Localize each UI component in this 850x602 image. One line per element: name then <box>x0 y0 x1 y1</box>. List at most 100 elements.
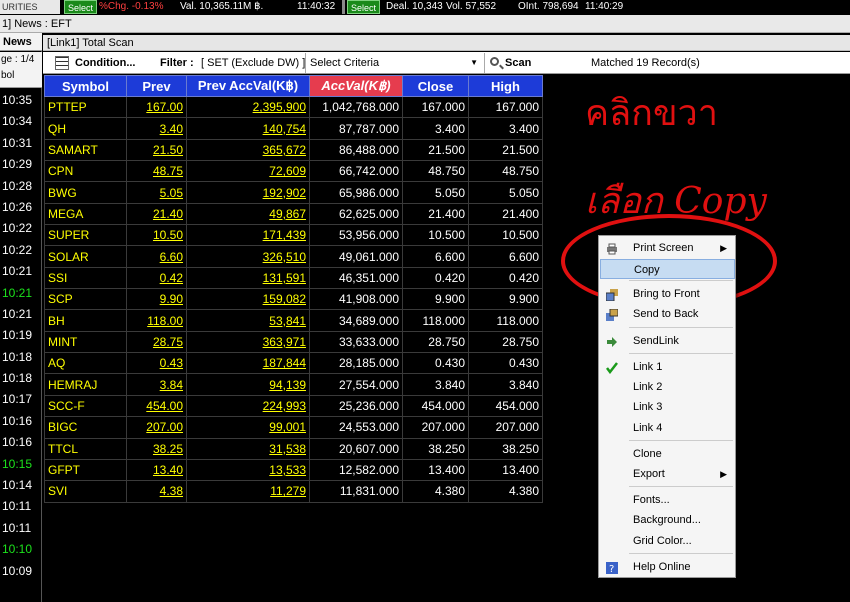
table-cell: 12,582.000 <box>309 458 403 482</box>
menu-item-background[interactable]: Background... <box>600 510 735 530</box>
table-row[interactable]: GFPT 13.40 13,533 12,582.000 13.400 13.400 <box>44 458 543 482</box>
table-cell: 48.750 <box>402 160 469 183</box>
menu-item-grid-color[interactable]: Grid Color... <box>600 531 735 551</box>
table-row[interactable]: MEGA 21.40 49,867 62,625.000 21.400 21.400 <box>44 202 543 226</box>
news-time[interactable]: 10:26 <box>0 197 42 218</box>
column-header[interactable]: AccVal(K฿) <box>309 75 403 97</box>
menu-item-link-3[interactable]: Link 3 <box>600 397 735 417</box>
table-cell: 65,986.000 <box>309 181 403 204</box>
table-row[interactable]: SUPER 10.50 171,439 53,956.000 10.500 10.500 <box>44 224 543 247</box>
news-time[interactable]: 10:21 <box>0 261 42 282</box>
menu-separator <box>629 353 733 354</box>
table-cell: BH <box>44 309 127 332</box>
table-cell: MEGA <box>44 202 127 226</box>
table-row[interactable]: MINT 28.75 363,971 33,633.000 28.750 28.750 <box>44 330 543 354</box>
news-time[interactable]: 10:21 <box>0 304 42 325</box>
news-time[interactable]: 10:09 <box>0 561 42 582</box>
table-cell: 13.40 <box>126 458 187 482</box>
table-cell: 72,609 <box>186 160 310 183</box>
table-cell: 3.840 <box>402 373 469 396</box>
menu-item-export[interactable]: Export ▶ <box>600 464 735 484</box>
table-row[interactable]: SVI 4.38 11,279 11,831.000 4.380 4.380 <box>44 480 543 503</box>
column-header[interactable]: Prev <box>126 75 187 97</box>
news-time[interactable]: 10:28 <box>0 176 42 197</box>
menu-item-send-to-back[interactable]: Send to Back <box>600 304 735 324</box>
menu-item-clone[interactable]: Clone <box>600 444 735 464</box>
news-time[interactable]: 10:35 <box>0 90 42 111</box>
filter-value[interactable]: [ SET (Exclude DW) ] <box>201 53 305 73</box>
menu-item-copy[interactable]: Copy <box>600 259 735 279</box>
page-indicator: ge : 1/4 <box>1 54 35 65</box>
news-time[interactable]: 10:21 <box>0 283 42 304</box>
news-time[interactable]: 10:17 <box>0 389 42 410</box>
table-cell: 118.00 <box>126 309 187 332</box>
table-cell: 38.250 <box>468 437 543 460</box>
annotation-right-click: คลิกขวา <box>585 93 718 134</box>
select-button-1[interactable]: Select <box>64 0 98 14</box>
menu-item-help-online[interactable]: ? Help Online <box>600 557 735 577</box>
condition-button[interactable]: Condition... <box>51 53 135 73</box>
scan-button[interactable]: Scan <box>484 53 539 73</box>
column-header[interactable]: High <box>468 75 543 97</box>
value-total: Val. 10,365.11M ฿. <box>180 1 264 12</box>
news-time[interactable]: 10:18 <box>0 368 42 389</box>
menu-item-fonts[interactable]: Fonts... <box>600 490 735 510</box>
column-header[interactable]: Symbol <box>44 75 127 97</box>
news-panel-header: ge : 1/4 bol <box>0 52 42 88</box>
menu-item-sendlink[interactable]: SendLink <box>600 331 735 351</box>
news-time[interactable]: 10:18 <box>0 347 42 368</box>
menu-item-print-screen[interactable]: Print Screen ▶ <box>600 238 735 258</box>
table-row[interactable]: CPN 48.75 72,609 66,742.000 48.750 48.750 <box>44 160 543 183</box>
news-time[interactable]: 10:34 <box>0 111 42 132</box>
column-header[interactable]: Close <box>402 75 469 97</box>
table-row[interactable]: AQ 0.43 187,844 28,185.000 0.430 0.430 <box>44 352 543 375</box>
menu-item-label: Bring to Front <box>633 288 700 300</box>
news-time[interactable]: 10:22 <box>0 240 42 261</box>
table-cell: 6.60 <box>126 245 187 268</box>
table-row[interactable]: SCC-F 454.00 224,993 25,236.000 454.000 454.0… <box>44 394 543 418</box>
table-cell: 34,689.000 <box>309 309 403 332</box>
news-time[interactable]: 10:22 <box>0 218 42 239</box>
news-time[interactable]: 10:19 <box>0 325 42 346</box>
news-time[interactable]: 10:16 <box>0 411 42 432</box>
table-cell: 38.25 <box>126 437 187 460</box>
table-cell: 1,042,768.000 <box>309 95 403 119</box>
menu-item-link-2[interactable]: Link 2 <box>600 377 735 397</box>
select-button-2[interactable]: Select <box>347 0 381 14</box>
menu-item-link-1[interactable]: Link 1 <box>600 357 735 377</box>
table-row[interactable]: SSI 0.42 131,591 46,351.000 0.420 0.420 <box>44 266 543 290</box>
table-cell: 167.000 <box>468 95 543 119</box>
table-row[interactable]: BH 118.00 53,841 34,689.000 118.000 118.000 <box>44 309 543 332</box>
table-cell: 9.900 <box>468 288 543 311</box>
news-time[interactable]: 10:29 <box>0 154 42 175</box>
ticker-bar: URITIES Select %Chg. -0.13% Val. 10,365.… <box>0 0 850 14</box>
menu-item-label: Copy <box>634 264 660 276</box>
news-time[interactable]: 10:16 <box>0 432 42 453</box>
table-row[interactable]: SCP 9.90 159,082 41,908.000 9.900 9.900 <box>44 288 543 311</box>
news-time[interactable]: 10:15 <box>0 454 42 475</box>
table-cell: 46,351.000 <box>309 266 403 290</box>
table-row[interactable]: BIGC 207.00 99,001 24,553.000 207.000 207.000 <box>44 416 543 439</box>
table-row[interactable]: HEMRAJ 3.84 94,139 27,554.000 3.840 3.840 <box>44 373 543 396</box>
table-row[interactable]: SOLAR 6.60 326,510 49,061.000 6.600 6.600 <box>44 245 543 268</box>
news-time-list: 10:35 10:34 10:31 10:29 10:28 10:26 10:22 10:22… <box>0 90 42 582</box>
table-row[interactable]: QH 3.40 140,754 87,787.000 3.400 3.400 <box>44 117 543 140</box>
news-time[interactable]: 10:14 <box>0 475 42 496</box>
table-cell: SVI <box>44 480 127 503</box>
table-row[interactable]: SAMART 21.50 365,672 86,488.000 21.500 21.500 <box>44 138 543 162</box>
table-cell: 11,831.000 <box>309 480 403 503</box>
table-row[interactable]: PTTEP 167.00 2,395,900 1,042,768.000 167.000… <box>44 95 543 119</box>
menu-item-link-4[interactable]: Link 4 <box>600 418 735 438</box>
table-cell: 62,625.000 <box>309 202 403 226</box>
table-cell: 5.050 <box>468 181 543 204</box>
table-row[interactable]: BWG 5.05 192,902 65,986.000 5.050 5.050 <box>44 181 543 204</box>
news-time[interactable]: 10:11 <box>0 518 42 539</box>
menu-item-bring-to-front[interactable]: Bring to Front <box>600 284 735 304</box>
news-time[interactable]: 10:10 <box>0 539 42 560</box>
criteria-select[interactable]: Select Criteria ▼ <box>305 53 481 73</box>
news-time[interactable]: 10:31 <box>0 133 42 154</box>
tab-news[interactable]: News <box>0 33 42 51</box>
column-header[interactable]: Prev AccVal(K฿) <box>186 75 310 97</box>
news-time[interactable]: 10:11 <box>0 496 42 517</box>
table-row[interactable]: TTCL 38.25 31,538 20,607.000 38.250 38.250 <box>44 437 543 460</box>
